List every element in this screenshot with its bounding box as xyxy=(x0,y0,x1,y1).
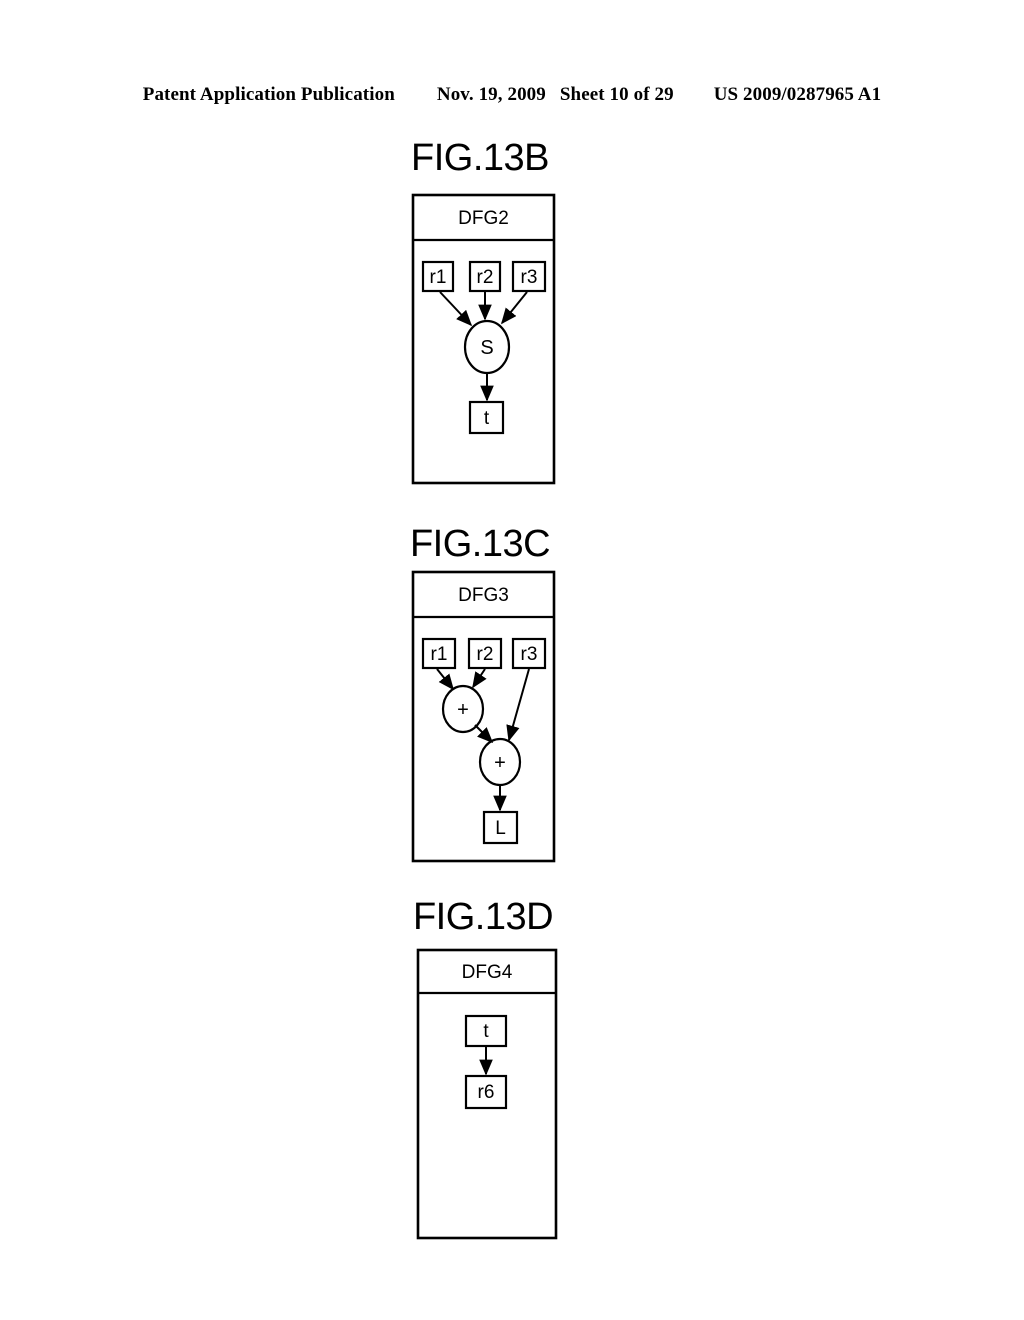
node-t-label: t xyxy=(484,408,490,429)
sheet-number: Sheet 10 of 29 xyxy=(559,84,674,105)
figure-13b-diagram: DFG2 r1 r2 r3 S t xyxy=(411,193,556,485)
publication-date: Nov. 19, 2009 xyxy=(436,84,546,105)
node-l-label: L xyxy=(495,818,506,839)
patent-number: US 2009/0287965 A1 xyxy=(713,84,882,105)
figure-13d-diagram: DFG4 t r6 xyxy=(416,948,558,1240)
node-s-label: S xyxy=(480,337,493,359)
figure-13c-title: FIG.13C xyxy=(409,523,551,565)
node-r1-label: r1 xyxy=(430,267,447,288)
node-r1-label: r1 xyxy=(431,644,448,665)
dfg4-panel-label: DFG4 xyxy=(462,962,513,983)
dfg3-panel-label: DFG3 xyxy=(458,585,509,606)
figure-13b-title: FIG.13B xyxy=(411,137,550,179)
node-add2-label: + xyxy=(494,752,506,774)
node-r6-label: r6 xyxy=(478,1082,495,1103)
page-header: Patent Application Publication Nov. 19, … xyxy=(0,84,1024,112)
figure-13c-diagram: DFG3 r1 r2 r3 + + L xyxy=(411,570,556,863)
node-r2-label: r2 xyxy=(477,644,494,665)
node-r3-label: r3 xyxy=(521,267,538,288)
node-add1-label: + xyxy=(457,699,469,721)
dfg2-panel-label: DFG2 xyxy=(458,208,509,229)
node-r3-label: r3 xyxy=(521,644,538,665)
node-t-label: t xyxy=(483,1021,489,1042)
node-r2-label: r2 xyxy=(477,267,494,288)
publication-label: Patent Application Publication xyxy=(142,84,395,105)
figure-13d-title: FIG.13D xyxy=(412,896,554,938)
